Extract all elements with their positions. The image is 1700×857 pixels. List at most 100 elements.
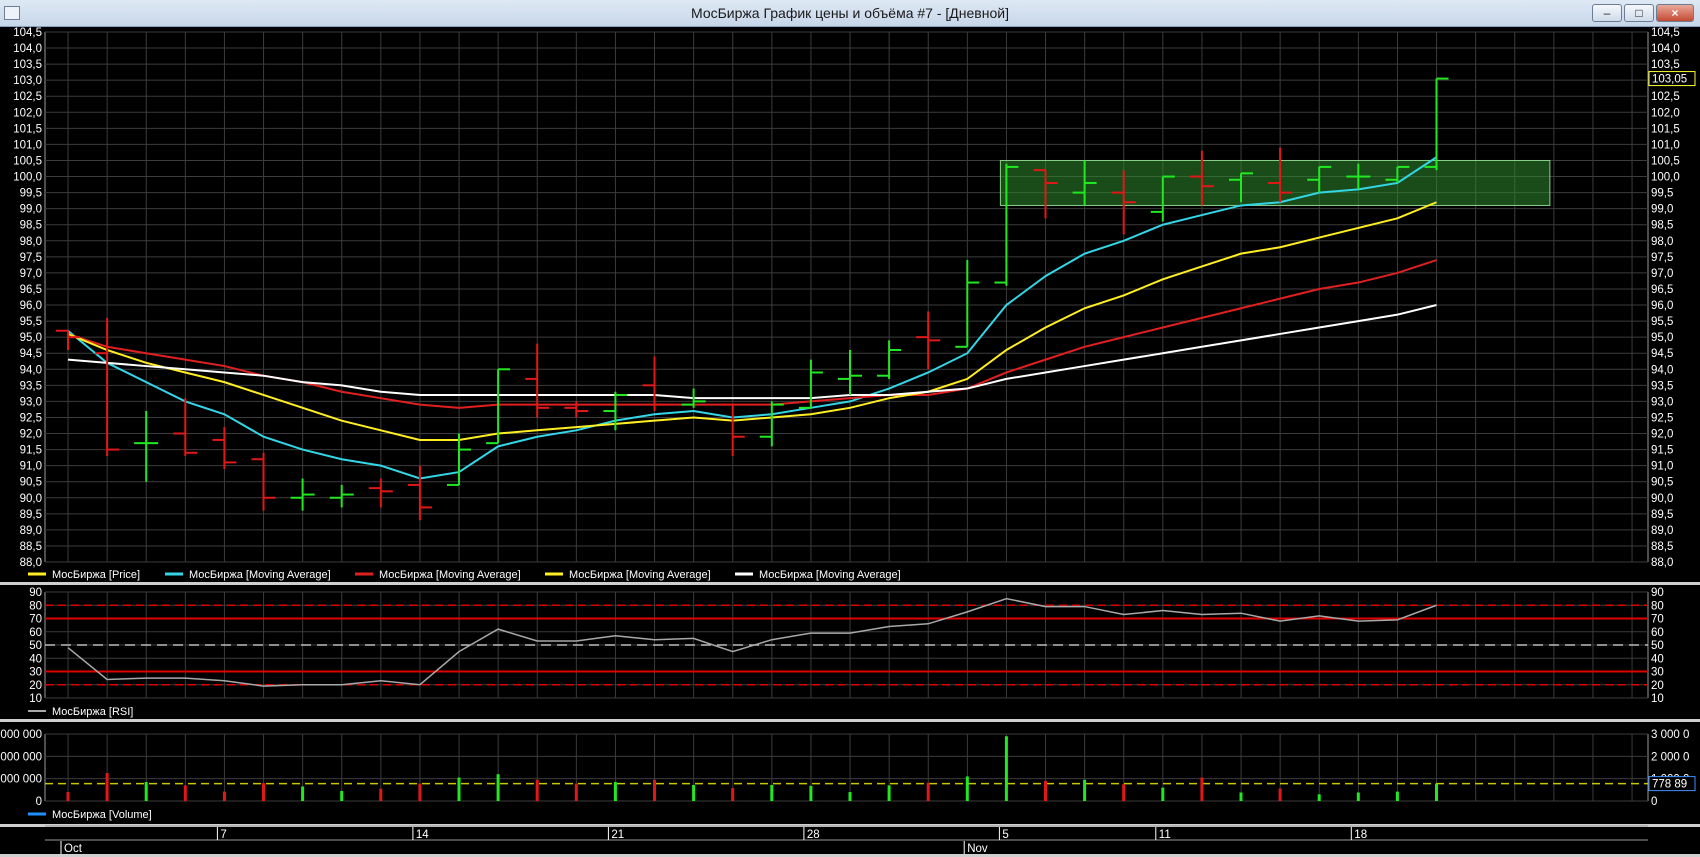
price-tick-label-left: 93,0 [20,396,42,408]
price-tick-label-right: 97,0 [1651,268,1673,280]
price-tick-label-right: 88,0 [1651,557,1673,569]
chart-window: МосБиржа График цены и объёма #7 - [Днев… [0,0,1700,857]
price-tick-label-left: 92,0 [20,429,42,441]
volume-tick-label-left: 0 [36,796,42,808]
price-tick-label-left: 88,5 [20,541,42,553]
price-tick-label-left: 100,5 [13,155,42,167]
price-tick-label-right: 102,5 [1651,91,1680,103]
legend-label: МосБиржа [Price] [52,569,140,581]
price-tick-label-right: 90,5 [1651,477,1673,489]
volume-tick-label-right: 3 000 0 [1651,729,1689,741]
rsi-tick-label-left: 60 [29,627,42,639]
price-tick-label-right: 97,5 [1651,252,1673,264]
rsi-tick-label-left: 30 [29,667,42,679]
rsi-tick-label-right: 90 [1651,587,1664,599]
rsi-tick-label-left: 40 [29,653,42,665]
date-tick-label: 5 [1002,829,1008,841]
price-tick-label-right: 98,0 [1651,236,1673,248]
date-tick-label: 11 [1159,829,1171,841]
volume-legend-label: МосБиржа [Volume] [52,809,152,821]
rsi-tick-label-left: 50 [29,640,42,652]
rsi-tick-label-right: 20 [1651,680,1664,692]
price-tick-label-left: 96,5 [20,284,42,296]
price-tick-label-right: 94,0 [1651,364,1673,376]
volume-tick-label-left: 000 000 [0,751,42,763]
price-tick-label-left: 102,5 [13,91,42,103]
price-tick-label-left: 100,0 [13,172,42,184]
legend-label: МосБиржа [Moving Average] [759,569,901,581]
price-tick-label-left: 94,5 [20,348,42,360]
date-tick-label: 28 [807,829,820,841]
price-tick-label-left: 95,0 [20,332,42,344]
rsi-tick-label-right: 60 [1651,627,1664,639]
legend-label: МосБиржа [Moving Average] [379,569,521,581]
price-tick-label-left: 94,0 [20,364,42,376]
price-tick-label-left: 96,0 [20,300,42,312]
price-tick-label-right: 93,5 [1651,380,1673,392]
price-tick-label-right: 89,5 [1651,509,1673,521]
price-tick-label-right: 88,5 [1651,541,1673,553]
price-tick-label-left: 99,5 [20,188,42,200]
date-tick-label: 18 [1354,829,1367,841]
price-tick-label-right: 95,5 [1651,316,1673,328]
price-tick-label-left: 88,0 [20,557,42,569]
price-tick-label-right: 96,0 [1651,300,1673,312]
rsi-tick-label-left: 10 [29,693,42,705]
volume-tick-label-left: 000 000 [0,774,42,786]
panel-separator [0,719,1700,722]
chart-canvas[interactable]: 88,0 88,0 88,5 88,5 89,0 89,0 89,5 89,5 90,0 90,0… [0,0,1700,857]
price-tick-label-left: 99,0 [20,204,42,216]
price-tick-label-right: 104,5 [1651,27,1680,39]
volume-tick-label-right: 0 [1651,796,1657,808]
price-tick-label-right: 90,0 [1651,493,1673,505]
price-tick-label-right: 91,0 [1651,461,1673,473]
price-tick-label-left: 104,0 [13,43,42,55]
price-tick-label-right: 101,5 [1651,123,1680,135]
price-tick-label-left: 98,0 [20,236,42,248]
rsi-tick-label-right: 50 [1651,640,1664,652]
price-tick-label-right: 98,5 [1651,220,1673,232]
price-tick-label-left: 103,0 [13,75,42,87]
rsi-tick-label-right: 70 [1651,614,1664,626]
price-tick-label-left: 104,5 [13,27,42,39]
price-tick-label-right: 96,5 [1651,284,1673,296]
rsi-tick-label-left: 80 [29,600,42,612]
rsi-tick-label-right: 80 [1651,600,1664,612]
price-tick-label-left: 89,5 [20,509,42,521]
price-tick-label-right: 104,0 [1651,43,1680,55]
price-tick-label-right: 92,5 [1651,412,1673,424]
price-tick-label-right: 100,5 [1651,155,1680,167]
price-tick-label-left: 93,5 [20,380,42,392]
price-tick-label-right: 102,0 [1651,107,1680,119]
price-tick-label-right: 95,0 [1651,332,1673,344]
price-tick-label-left: 91,0 [20,461,42,473]
panel-separator [0,582,1700,585]
price-tick-label-right: 99,0 [1651,204,1673,216]
last-price-label: 103,05 [1652,74,1687,86]
price-tick-label-left: 101,0 [13,139,42,151]
date-tick-label: 21 [611,829,624,841]
price-tick-label-left: 98,5 [20,220,42,232]
volume-tick-label-right: 2 000 0 [1651,751,1689,763]
price-tick-label-left: 103,5 [13,59,42,71]
rsi-tick-label-left: 90 [29,587,42,599]
price-tick-label-left: 90,0 [20,493,42,505]
price-tick-label-right: 92,0 [1651,429,1673,441]
price-tick-label-right: 103,5 [1651,59,1680,71]
price-tick-label-left: 92,5 [20,412,42,424]
rsi-tick-label-left: 70 [29,614,42,626]
price-tick-label-left: 91,5 [20,445,42,457]
rsi-tick-label-left: 20 [29,680,42,692]
volume-tick-label-left: 000 000 [0,729,42,741]
price-tick-label-left: 97,0 [20,268,42,280]
price-tick-label-left: 97,5 [20,252,42,264]
price-tick-label-right: 94,5 [1651,348,1673,360]
price-tick-label-left: 102,0 [13,107,42,119]
price-tick-label-left: 101,5 [13,123,42,135]
price-tick-label-right: 89,0 [1651,525,1673,537]
price-tick-label-right: 101,0 [1651,139,1680,151]
date-tick-label: 14 [416,829,429,841]
price-tick-label-left: 95,5 [20,316,42,328]
price-tick-label-left: 90,5 [20,477,42,489]
price-tick-label-left: 89,0 [20,525,42,537]
